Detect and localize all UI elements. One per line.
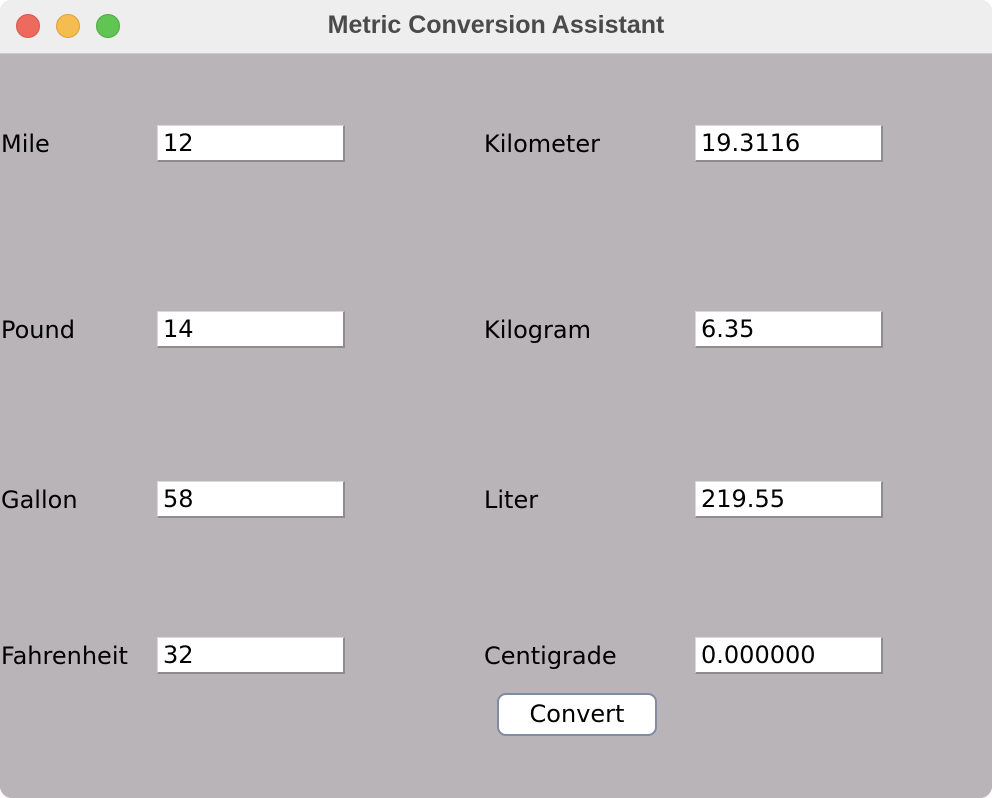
kilogram-field[interactable] [695,311,883,348]
fahrenheit-input[interactable] [157,637,345,674]
kilometer-label: Kilometer [484,130,600,158]
centigrade-label: Centigrade [484,642,617,670]
kilometer-field[interactable] [695,125,883,162]
pound-label: Pound [1,316,75,344]
mile-label: Mile [1,130,50,158]
app-window: Metric Conversion Assistant Mile Kilomet… [0,0,992,798]
centigrade-field[interactable] [695,637,883,674]
fahrenheit-label: Fahrenheit [1,642,128,670]
pound-input[interactable] [157,311,345,348]
converter-panel: Mile Kilometer Pound Kilogram Gallon Lit… [0,54,992,798]
liter-label: Liter [484,486,539,514]
gallon-label: Gallon [1,486,78,514]
window-title: Metric Conversion Assistant [327,11,665,39]
title-bar[interactable]: Metric Conversion Assistant [0,0,992,54]
kilogram-label: Kilogram [484,316,591,344]
liter-field[interactable] [695,481,883,518]
convert-button[interactable]: Convert [497,693,657,736]
gallon-input[interactable] [157,481,345,518]
mile-input[interactable] [157,125,345,162]
